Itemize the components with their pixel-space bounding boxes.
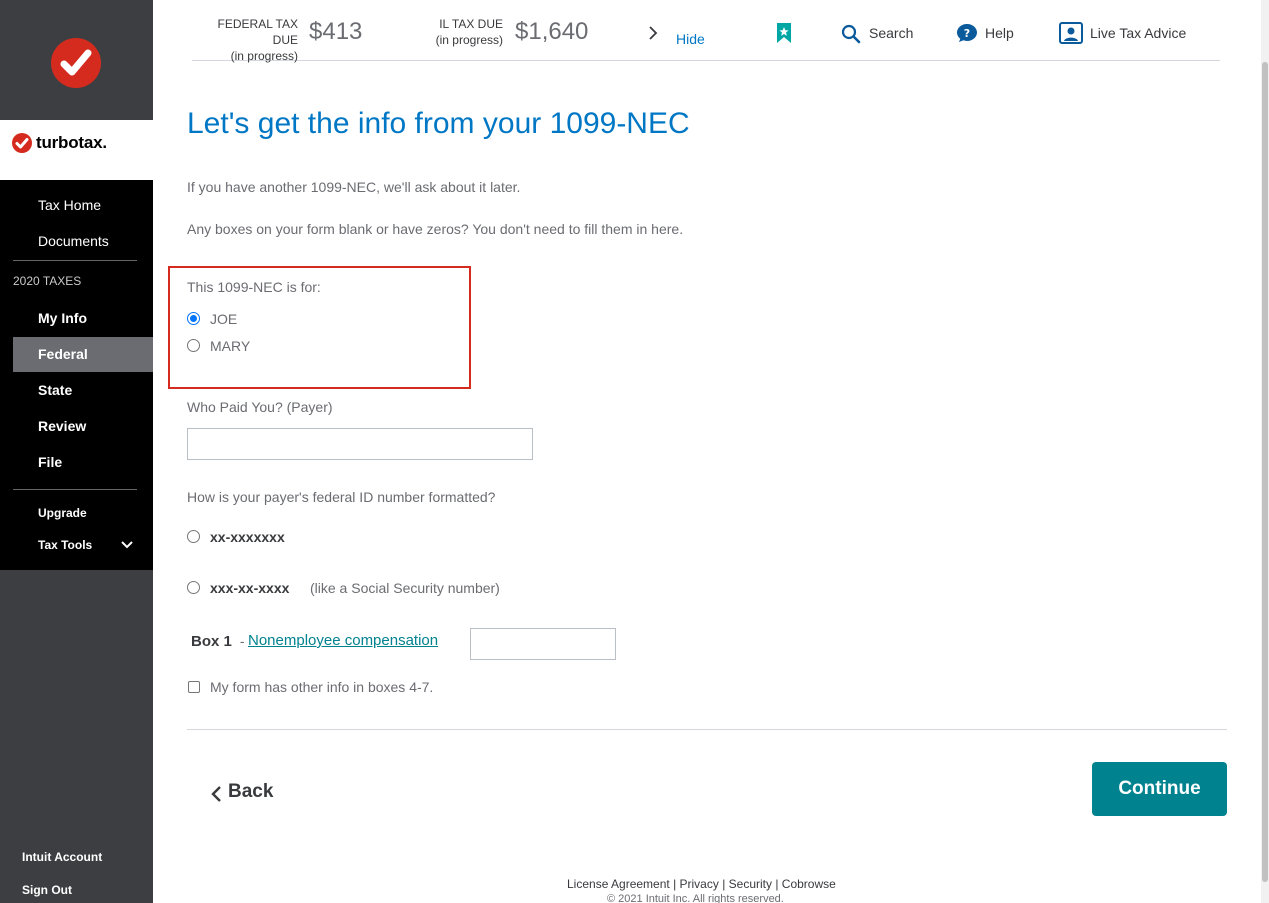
box1-amount-input[interactable] [470,628,616,660]
recipient-label: This 1099-NEC is for: [187,279,321,295]
turbotax-check-icon [12,133,32,153]
nav-divider [13,260,137,261]
brand-name: turbotax. [36,133,107,152]
sidebar-item-my-info[interactable]: My Info [38,310,87,326]
live-tax-advice-button[interactable]: Live Tax Advice [1090,25,1186,41]
radio-mary-label[interactable]: MARY [210,338,250,354]
sign-out-link[interactable]: Sign Out [22,883,72,897]
search-button[interactable]: Search [869,25,913,41]
nav-divider [13,489,137,490]
brand-bar: turbotax. [0,120,153,180]
search-icon[interactable] [841,24,861,44]
id-format-label: How is your payer's federal ID number fo… [187,489,496,505]
nonemployee-compensation-link[interactable]: Nonemployee compensation [248,632,438,649]
il-tax-status: (in progress) [435,33,503,47]
radio-ssn-format[interactable] [187,581,200,594]
ssn-format-note: (like a Social Security number) [310,580,500,596]
turbotax-logo-icon[interactable] [51,38,101,88]
il-tax-title: IL TAX DUE [439,17,503,31]
sidebar-item-upgrade[interactable]: Upgrade [38,506,87,520]
radio-joe-label[interactable]: JOE [210,311,237,327]
hide-button[interactable]: Hide [676,31,705,47]
intuit-account-link[interactable]: Intuit Account [22,850,102,864]
copyright: © 2021 Intuit Inc. All rights reserved. [607,893,784,903]
chevron-right-icon[interactable] [648,25,658,41]
sidebar-item-tax-home[interactable]: Tax Home [38,197,101,213]
payer-input[interactable] [187,428,533,460]
svg-text:?: ? [964,27,970,40]
footer-links[interactable]: License Agreement | Privacy | Security |… [567,877,836,891]
scrollbar-thumb[interactable] [1262,62,1268,882]
sidebar-item-review[interactable]: Review [38,418,86,434]
other-info-checkbox[interactable] [188,681,200,693]
info-text-2: Any boxes on your form blank or have zer… [187,221,684,237]
bookmark-icon[interactable] [776,22,792,44]
federal-tax-title: FEDERAL TAX DUE [217,17,298,47]
sidebar-item-documents[interactable]: Documents [38,233,109,249]
box1-separator: - [236,633,249,649]
sidebar-item-state[interactable]: State [38,382,72,398]
sidebar: turbotax. Tax Home Documents 2020 TAXES … [0,0,153,903]
divider [187,729,1227,730]
box1-label: Box 1 [191,633,232,650]
help-button[interactable]: Help [985,25,1014,41]
il-tax-label: IL TAX DUE (in progress) [422,16,503,48]
radio-ein-format-label[interactable]: xx-xxxxxxx [210,529,285,545]
sidebar-bottom: Intuit Account Sign Out [0,570,153,903]
sidebar-item-file[interactable]: File [38,454,62,470]
live-advice-icon[interactable] [1059,22,1083,44]
back-label: Back [228,781,274,802]
il-tax-amount: $1,640 [515,18,589,45]
help-icon[interactable]: ? [956,23,978,43]
radio-mary[interactable] [187,339,200,352]
chevron-down-icon[interactable] [120,540,134,550]
chevron-left-icon [211,786,221,802]
radio-joe[interactable] [187,312,200,325]
scrollbar[interactable] [1261,0,1269,903]
payer-label: Who Paid You? (Payer) [187,399,333,415]
other-info-label[interactable]: My form has other info in boxes 4-7. [210,679,433,695]
federal-tax-amount: $413 [309,18,363,45]
tax-header: FEDERAL TAX DUE (in progress) $413 IL TA… [192,0,1220,64]
info-text-1: If you have another 1099-NEC, we'll ask … [187,179,521,195]
nav-section-label: 2020 TAXES [13,274,82,288]
page-title: Let's get the info from your 1099-NEC [187,107,690,140]
radio-ssn-format-label[interactable]: xxx-xx-xxxx [210,580,289,596]
radio-ein-format[interactable] [187,530,200,543]
sidebar-item-federal[interactable]: Federal [38,346,88,362]
continue-button[interactable]: Continue [1092,762,1227,816]
federal-tax-status: (in progress) [230,49,298,63]
sidebar-item-tax-tools[interactable]: Tax Tools [38,538,92,552]
federal-tax-label: FEDERAL TAX DUE (in progress) [192,16,298,64]
logo-area [0,0,153,120]
